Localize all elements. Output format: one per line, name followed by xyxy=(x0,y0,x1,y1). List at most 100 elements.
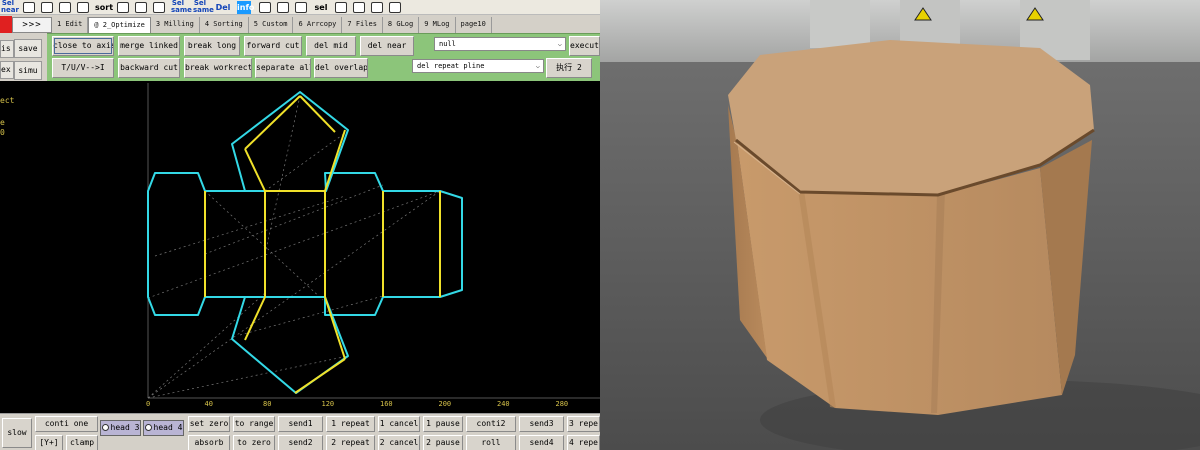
ruler-tick-label: 240 xyxy=(497,400,510,408)
select-icon[interactable]: sel xyxy=(313,0,329,14)
travel-paths xyxy=(147,95,441,399)
tab-9-mlog[interactable]: 9 MLog xyxy=(419,17,456,33)
option-select[interactable]: null ⌵ xyxy=(434,37,566,51)
send3-button[interactable]: send3 xyxy=(519,416,564,432)
backward-cut-button[interactable]: backward cut xyxy=(118,58,180,78)
zigzag2-icon[interactable] xyxy=(389,2,401,13)
align-icon[interactable] xyxy=(23,2,35,13)
repeat-1-button[interactable]: 1 repeat xyxy=(326,416,375,432)
side-button-ex[interactable]: ex xyxy=(0,61,14,79)
repeat-2-button[interactable]: 2 repeat xyxy=(326,435,375,450)
y-plus-button[interactable]: [Y+] xyxy=(35,435,63,450)
forward-cut-button[interactable]: forward cut xyxy=(244,36,302,56)
chevron-down-icon: ⌵ xyxy=(535,62,540,70)
conti2-button[interactable]: conti2 xyxy=(466,416,516,432)
repeat-select[interactable]: del repeat pline ⌵ xyxy=(412,59,544,73)
select-label: sel xyxy=(314,3,328,12)
ruler-tick-label: 120 xyxy=(321,400,335,408)
merge-linked-button[interactable]: merge linked xyxy=(118,36,180,56)
tuv-to-i-button[interactable]: T/U/V-->I xyxy=(52,58,114,78)
cancel-1-button[interactable]: 1 cancel xyxy=(378,416,420,432)
to-range-button[interactable]: to range xyxy=(233,416,275,432)
del-overlap-button[interactable]: del overlap xyxy=(314,58,368,78)
delete-label: Del xyxy=(215,3,231,12)
info-label: info xyxy=(237,3,255,12)
select-same-icon[interactable]: Sel same xyxy=(171,0,192,14)
pause-1-button[interactable]: 1 pause xyxy=(423,416,463,432)
select-same2-label: Sel same xyxy=(193,0,214,14)
tab-4-sorting[interactable]: 4 Sorting xyxy=(199,17,249,33)
stop-button[interactable] xyxy=(0,16,12,33)
clamp-button[interactable]: clamp xyxy=(66,435,98,450)
absorb-button[interactable]: absorb xyxy=(188,435,230,450)
select-near-icon[interactable]: Sel near xyxy=(1,0,19,14)
select-same2-icon[interactable]: Sel same xyxy=(193,0,214,14)
arrow-icon[interactable] xyxy=(295,2,307,13)
conti-one-button[interactable]: conti one xyxy=(35,416,98,432)
del-near-button[interactable]: del near xyxy=(360,36,414,56)
ruler-tick-label: 0 xyxy=(146,400,151,408)
repeat-3-button[interactable]: 3 repe xyxy=(567,416,600,432)
cut-lines xyxy=(147,190,325,298)
option-select-value: null xyxy=(439,40,456,48)
tab-page10[interactable]: page10 xyxy=(455,17,492,33)
del-mid-button[interactable]: del mid xyxy=(306,36,356,56)
tab-7-files[interactable]: 7 Files xyxy=(342,17,383,33)
crease-lines xyxy=(204,95,441,394)
head-4-toggle[interactable]: head 4 xyxy=(143,420,184,436)
box-dieline xyxy=(147,83,600,399)
zigzag-icon[interactable] xyxy=(371,2,383,13)
head-4-label: head 4 xyxy=(153,423,183,432)
sort-label: sort xyxy=(95,3,114,12)
tab-3-milling[interactable]: 3 Milling xyxy=(150,17,200,33)
sort-icon[interactable]: sort xyxy=(95,0,114,14)
break-workrect-button[interactable]: break workrect xyxy=(184,58,252,78)
to-zero-button[interactable]: to zero xyxy=(233,435,275,450)
save-button[interactable]: save xyxy=(14,39,42,58)
execute-button[interactable]: execute xyxy=(569,36,600,56)
cancel-2-button[interactable]: 2 cancel xyxy=(378,435,420,450)
rect-icon[interactable] xyxy=(135,2,147,13)
send4-button[interactable]: send4 xyxy=(519,435,564,450)
set-zero-button[interactable]: set zero xyxy=(188,416,230,432)
tab-5-custom[interactable]: 5 Custom xyxy=(248,17,294,33)
send1-button[interactable]: send1 xyxy=(278,416,323,432)
optimize-panel: close to axis merge linked break long fo… xyxy=(47,33,600,81)
toolbar: Sel near sort Sel same Sel same Del info sel xyxy=(0,0,600,15)
pause-2-button[interactable]: 2 pause xyxy=(423,435,463,450)
step-icon[interactable] xyxy=(335,2,347,13)
side-button-is[interactable]: is xyxy=(0,40,14,58)
ruler-tick-label: 80 xyxy=(263,400,272,408)
step2-icon[interactable] xyxy=(353,2,365,13)
ruler-tick-label: 200 xyxy=(438,400,452,408)
hash-icon[interactable] xyxy=(59,2,71,13)
radio-icon xyxy=(144,424,152,431)
drawing-canvas[interactable]: ect e 0 xyxy=(0,81,600,413)
head-3-toggle[interactable]: head 3 xyxy=(100,420,141,436)
shape-icon[interactable] xyxy=(153,2,165,13)
tab-strip: 1 Edit @ 2_Optimize 3 Milling 4 Sorting 5 Cu… xyxy=(52,17,492,33)
tab-1-edit[interactable]: 1 Edit xyxy=(52,17,89,33)
simu-button[interactable]: simu xyxy=(14,61,42,80)
roll-button[interactable]: roll xyxy=(466,435,516,450)
question-icon[interactable] xyxy=(77,2,89,13)
close-to-axis-button[interactable]: close to axis xyxy=(52,36,114,56)
tab-2-optimize[interactable]: @ 2_Optimize xyxy=(88,17,151,33)
tab-6-arrcopy[interactable]: 6 Arrcopy xyxy=(293,17,343,33)
nav-arrows-button[interactable]: >>> xyxy=(12,17,52,33)
break-long-button[interactable]: break long xyxy=(184,36,240,56)
curve-icon[interactable] xyxy=(117,2,129,13)
slow-button[interactable]: slow xyxy=(2,418,32,448)
select-same-label: Sel same xyxy=(171,0,192,14)
info-icon[interactable]: info xyxy=(237,1,255,14)
mirror-icon[interactable] xyxy=(41,2,53,13)
repeat-4-button[interactable]: 4 repe xyxy=(567,435,600,450)
delete-icon[interactable]: Del xyxy=(215,0,231,14)
run-2-button[interactable]: 执行 2 xyxy=(546,58,592,78)
bracket2-icon[interactable] xyxy=(277,2,289,13)
separate-all-button[interactable]: separate all xyxy=(255,58,311,78)
tab-8-glog[interactable]: 8 GLog xyxy=(382,17,420,33)
select-near-label: Sel near xyxy=(1,0,19,14)
bracket-icon[interactable] xyxy=(259,2,271,13)
send2-button[interactable]: send2 xyxy=(278,435,323,450)
